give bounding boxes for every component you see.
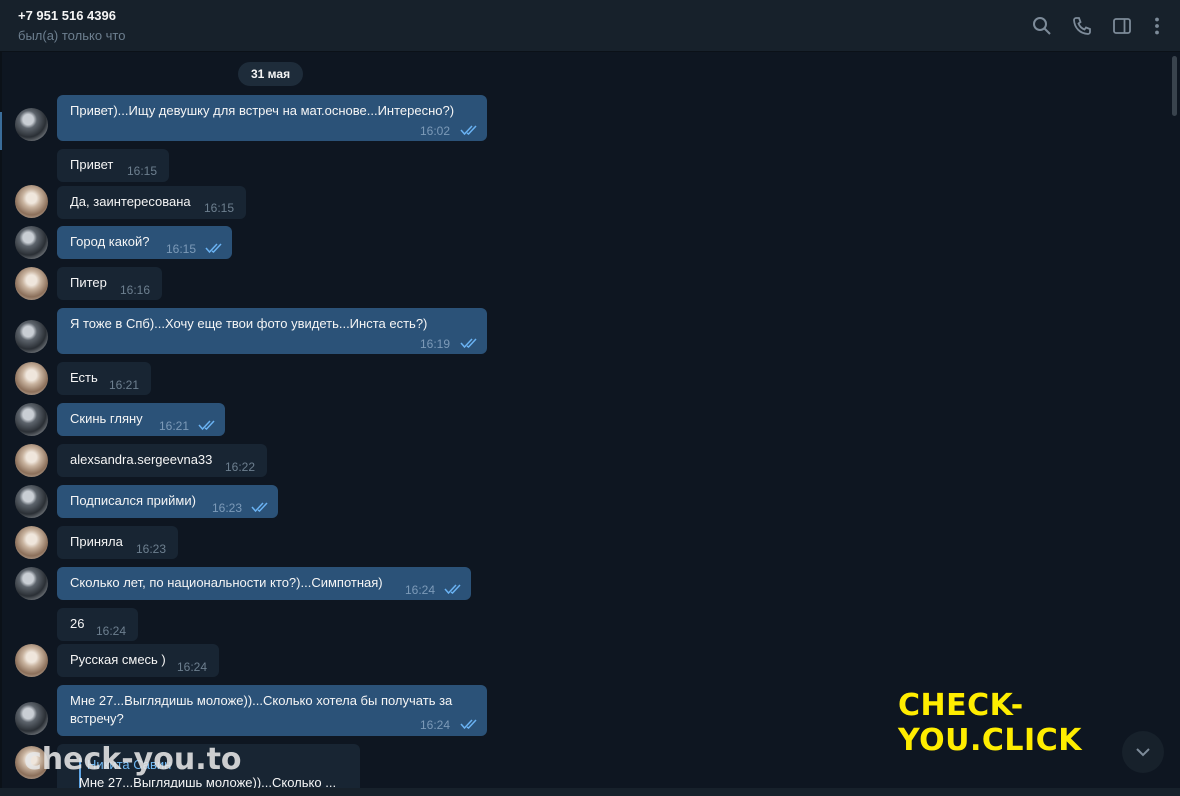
message-text: Да, заинтересована [70, 194, 191, 209]
message-text: Скинь гляну [70, 411, 143, 426]
message-bubble[interactable]: Я тоже в Спб)...Хочу еще твои фото увиде… [57, 308, 487, 354]
chat-header: +7 951 516 4396 был(а) только что [0, 0, 1180, 52]
message-bubble[interactable]: Привет)...Ищу девушку для встреч на мат.… [57, 95, 487, 141]
sidebar-toggle-icon[interactable] [1109, 13, 1135, 39]
avatar[interactable] [15, 567, 48, 600]
message-bubble[interactable]: Есть 16:21 [57, 362, 151, 395]
message-text: Сколько лет, по национальности кто?)...С… [70, 575, 383, 590]
double-check-icon [460, 719, 477, 730]
double-check-icon [205, 243, 222, 254]
message-bubble[interactable]: Мне 27...Выглядишь моложе))...Сколько хо… [57, 685, 487, 736]
message-text: Приняла [70, 534, 123, 549]
message-bubble[interactable]: Привет 16:15 [57, 149, 169, 182]
avatar[interactable] [15, 267, 48, 300]
message-text: Русская смесь ) [70, 652, 166, 667]
avatar[interactable] [15, 644, 48, 677]
scroll-to-bottom-button[interactable] [1122, 731, 1164, 773]
message-text: Подписался прийми) [70, 493, 196, 508]
avatar[interactable] [15, 320, 48, 353]
avatar[interactable] [15, 485, 48, 518]
message-time: 16:24 [405, 583, 436, 597]
message-bubble[interactable]: Скинь гляну 16:21 [57, 403, 225, 436]
message-bubble[interactable]: alexsandra.sergeevna33 16:22 [57, 444, 267, 477]
avatar[interactable] [15, 108, 48, 141]
message-text: Привет)...Ищу девушку для встреч на мат.… [70, 103, 455, 118]
message-time: 16:21 [159, 419, 190, 433]
message-text: Привет [70, 157, 114, 172]
message-time: 16:23 [136, 542, 167, 556]
double-check-icon [198, 420, 215, 431]
more-vert-icon[interactable] [1144, 13, 1170, 39]
double-check-icon [444, 584, 461, 595]
message-time: 16:15 [204, 201, 235, 215]
message-time: 16:23 [212, 501, 243, 515]
chevron-down-icon [1136, 748, 1150, 757]
date-separator: 31 мая [238, 62, 304, 86]
message-time: 16:19 [420, 337, 451, 351]
message-text: 26 [70, 616, 85, 631]
message-time: 16:15 [127, 164, 158, 178]
message-bubble[interactable]: Русская смесь ) 16:24 [57, 644, 219, 677]
double-check-icon [460, 338, 477, 349]
message-bubble[interactable]: Город какой? 16:15 [57, 226, 232, 259]
message-bubble[interactable]: Сколько лет, по национальности кто?)...С… [57, 567, 471, 600]
message-list[interactable]: 31 мая Привет)...Ищу девушку для встреч … [0, 52, 1170, 794]
message-bubble[interactable]: Питер 16:16 [57, 267, 162, 300]
avatar[interactable] [15, 403, 48, 436]
message-bubble[interactable]: 26 16:24 [57, 608, 138, 641]
message-time: 16:24 [420, 718, 451, 732]
chat-status: был(а) только что [18, 28, 126, 43]
message-time: 16:24 [177, 660, 208, 674]
chat-title[interactable]: +7 951 516 4396 [18, 8, 116, 23]
message-time: 16:22 [225, 460, 256, 474]
message-bubble[interactable]: Приняла 16:23 [57, 526, 178, 559]
message-bubble[interactable]: Да, заинтересована 16:15 [57, 186, 246, 219]
watermark-left: check-you.to [24, 742, 242, 777]
avatar[interactable] [15, 702, 48, 735]
message-time: 16:15 [166, 242, 197, 256]
composer-bar [0, 788, 1180, 796]
scrollbar-thumb[interactable] [1172, 56, 1177, 116]
avatar[interactable] [15, 226, 48, 259]
avatar[interactable] [15, 362, 48, 395]
message-text: alexsandra.sergeevna33 [70, 452, 213, 467]
double-check-icon [251, 502, 268, 513]
message-text: Я тоже в Спб)...Хочу еще твои фото увиде… [70, 316, 428, 331]
avatar[interactable] [15, 526, 48, 559]
double-check-icon [460, 125, 477, 136]
message-time: 16:21 [109, 378, 140, 392]
message-bubble[interactable]: Подписался прийми) 16:23 [57, 485, 278, 518]
message-text: Город какой? [70, 234, 150, 249]
message-text: Мне 27...Выглядишь моложе))...Сколько хо… [70, 693, 453, 726]
message-time: 16:02 [420, 124, 451, 138]
avatar[interactable] [15, 444, 48, 477]
message-text: Есть [70, 370, 98, 385]
message-time: 16:16 [120, 283, 151, 297]
message-text: Питер [70, 275, 107, 290]
avatar[interactable] [15, 185, 48, 218]
message-time: 16:24 [96, 624, 127, 638]
telegram-chat-window: +7 951 516 4396 был(а) только что 31 мая… [0, 0, 1180, 796]
search-icon[interactable] [1029, 13, 1055, 39]
phone-icon[interactable] [1069, 13, 1095, 39]
